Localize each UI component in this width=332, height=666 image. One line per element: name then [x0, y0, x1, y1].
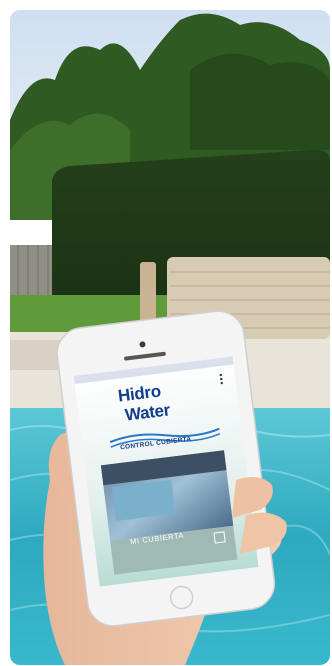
- pool-scene-photo: [10, 10, 330, 665]
- photo-frame: Hidro Water CONTROL CUBIERTA MI CUBIERTA: [10, 10, 330, 665]
